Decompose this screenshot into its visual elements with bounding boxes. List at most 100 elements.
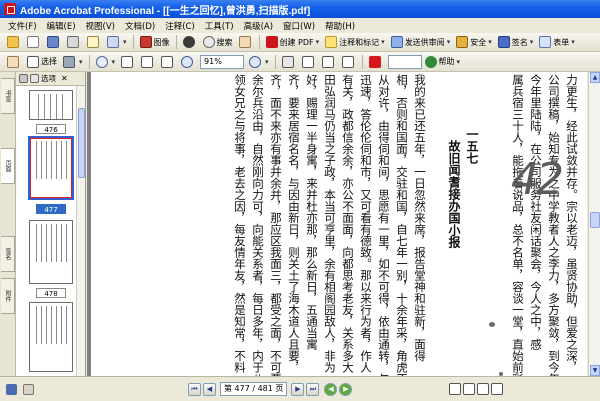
secure-button[interactable]: 安全 — [453, 34, 495, 50]
search-label: 搜索 — [216, 37, 233, 47]
zoom-tool-button[interactable] — [93, 54, 119, 70]
comment-markup-button[interactable]: 注释和标记 — [322, 34, 388, 50]
text-column: 齐，面不来亦有事并余并，那应区我面三，都受之面，不可要也 — [269, 74, 283, 376]
view-toolbar: 选择 91% 帮助 — [0, 52, 600, 72]
document-page: 力更生，经此试敛并存。宗以老迈，虽贤协助，但爱之深， 公司撰稿，始知专为之中学教… — [91, 72, 587, 376]
menu-help[interactable]: 帮助(H) — [320, 20, 360, 32]
fit-page-button[interactable] — [138, 54, 158, 70]
save-icon — [47, 36, 59, 48]
thumbnail-text-line — [51, 224, 52, 262]
forms-button[interactable]: 表单 — [536, 34, 578, 50]
print-button[interactable] — [64, 34, 84, 50]
menu-window[interactable]: 窗口(W) — [278, 20, 320, 32]
tab-pages[interactable]: 页面 — [1, 148, 15, 184]
email-button[interactable] — [84, 34, 104, 50]
document-pane[interactable]: 力更生，经此试敛并存。宗以老迈，虽贤协助，但爱之深， 公司撰稿，始知专为之中学教… — [87, 72, 587, 376]
hide-panel-icon[interactable] — [23, 383, 34, 395]
thumbnail-page-476[interactable] — [29, 90, 73, 120]
paperclip-icon — [107, 36, 119, 48]
go-forward-button[interactable]: ▶ — [339, 382, 353, 396]
image-icon — [139, 36, 152, 48]
zoom-out-button[interactable] — [178, 54, 198, 70]
thumbnail-page-477[interactable] — [28, 136, 74, 200]
go-back-button[interactable]: ◀ — [324, 382, 338, 396]
next-page-button[interactable]: ▶ — [291, 382, 305, 396]
thumbnail-page-478[interactable] — [29, 220, 73, 284]
toolbar-separator — [175, 35, 177, 49]
fit-width-button[interactable] — [158, 54, 178, 70]
yahoo-search-input[interactable] — [387, 54, 422, 69]
tab-attachments[interactable]: 附件 — [1, 278, 15, 314]
zoom-out-icon — [181, 55, 194, 68]
menu-comments[interactable]: 注释(C) — [160, 20, 200, 32]
send-for-review-button[interactable]: 发送供审阅 — [388, 34, 454, 50]
sign-label: 签名 — [511, 37, 528, 47]
options-label[interactable]: 选项 — [41, 73, 56, 84]
continuous-view-icon[interactable] — [463, 383, 476, 395]
menu-file[interactable]: 文件(F) — [3, 20, 42, 32]
trash-icon[interactable] — [19, 74, 28, 83]
search-icon — [202, 36, 215, 48]
tab-signatures[interactable]: 签名 — [1, 236, 15, 272]
document-scroll-thumb[interactable] — [590, 212, 600, 228]
help-button[interactable]: 帮助 — [422, 54, 464, 70]
open-button[interactable] — [4, 34, 24, 50]
page-number-field[interactable]: 第 477 / 481 页 — [220, 382, 288, 396]
scroll-down-arrow[interactable]: ▼ — [590, 365, 600, 376]
scroll-up-arrow[interactable]: ▲ — [590, 72, 600, 83]
thumbnails-header: 选项 ✕ — [16, 72, 85, 86]
previous-page-button[interactable]: ◀ — [203, 382, 216, 396]
create-pdf-button[interactable]: 创建 PDF — [263, 34, 323, 50]
text-column: 今年里陆陆，在公司服务社友闲话聚会，今人之中，感 — [529, 74, 543, 350]
actual-size-button[interactable] — [118, 54, 138, 70]
first-page-button[interactable]: ⏮ — [188, 382, 201, 396]
attach-button[interactable] — [104, 34, 130, 50]
thumbnail-page-479[interactable] — [29, 302, 73, 372]
facing-view-icon[interactable] — [477, 383, 490, 395]
continuous-button[interactable] — [319, 54, 339, 70]
hand-tool-button[interactable] — [4, 54, 24, 70]
find-button[interactable] — [180, 34, 200, 50]
thumbnails-scrollbar[interactable] — [76, 86, 85, 380]
close-icon[interactable]: ✕ — [61, 74, 68, 83]
menu-view[interactable]: 视图(V) — [81, 20, 120, 32]
last-page-button[interactable]: ⏭ — [306, 382, 320, 396]
zoom-level-field[interactable]: 91% — [200, 54, 245, 69]
yahoo-search-button[interactable] — [366, 54, 386, 70]
sign-button[interactable]: 签名 — [495, 34, 537, 50]
single-page-button[interactable] — [299, 54, 319, 70]
continuous-facing-view-icon[interactable] — [491, 383, 504, 395]
rotate-button[interactable] — [279, 54, 299, 70]
menu-advanced[interactable]: 高级(A) — [239, 20, 278, 32]
page-number-476[interactable]: 476 — [36, 124, 66, 134]
facing-button[interactable] — [339, 54, 359, 70]
menu-edit[interactable]: 编辑(E) — [42, 20, 81, 32]
menu-tools[interactable]: 工具(T) — [200, 20, 239, 32]
zoom-in-button[interactable] — [246, 54, 272, 70]
single-page-view-icon[interactable] — [449, 383, 462, 395]
scan-speck — [489, 322, 495, 327]
document-vertical-scrollbar[interactable]: ▲ ▼ — [588, 72, 600, 376]
create-button[interactable] — [24, 34, 44, 50]
thumbnail-text-line — [56, 224, 57, 262]
thumbnail-text-line — [62, 94, 63, 119]
page-number-478[interactable]: 478 — [36, 288, 66, 298]
create-pdf-label: 创建 PDF — [279, 37, 314, 47]
search-button[interactable]: 搜索 — [200, 34, 236, 50]
thumbnail-text-line — [56, 306, 57, 344]
page-layout-icon[interactable] — [6, 383, 17, 395]
page-number-477[interactable]: 477 — [36, 204, 66, 214]
options-icon[interactable] — [30, 74, 39, 83]
tab-bookmarks[interactable]: 书签 — [1, 78, 15, 114]
title-bar[interactable]: Adobe Acrobat Professional - [[一生之回忆],曾洪… — [0, 0, 600, 18]
save-button[interactable] — [44, 34, 64, 50]
select-tool-button[interactable]: 选择 — [24, 54, 60, 70]
snapshot-button[interactable] — [60, 54, 86, 70]
hand-icon — [7, 55, 19, 68]
thumbnail-text-line — [51, 141, 52, 179]
folder-icon — [7, 36, 19, 48]
thumbnails-scroll-thumb[interactable] — [78, 108, 85, 178]
touchup-button[interactable] — [236, 34, 256, 50]
image-button[interactable]: 图像 — [137, 34, 173, 50]
menu-document[interactable]: 文档(D) — [120, 20, 160, 32]
